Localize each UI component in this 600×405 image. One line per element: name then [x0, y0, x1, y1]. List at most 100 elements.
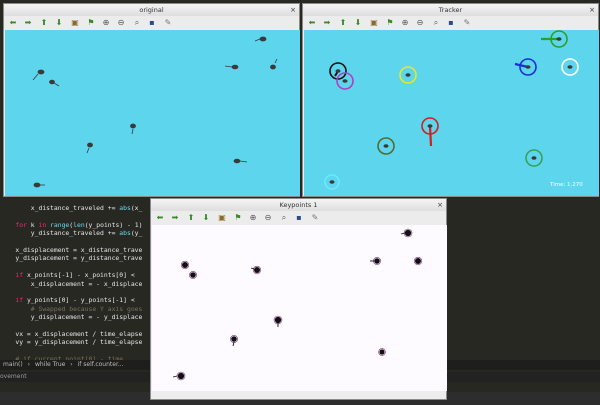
- zoom-in-icon[interactable]: ⊕: [101, 18, 111, 28]
- code-line[interactable]: x_displacement = - x_displace: [0, 279, 143, 288]
- code-token: (y_points) - 1): [84, 220, 143, 229]
- video-frame: [5, 30, 300, 196]
- tadpole: [556, 37, 562, 41]
- tadpole: [335, 69, 341, 73]
- tadpole: [342, 79, 348, 83]
- tracker-frame: Time: 1.270: [304, 30, 599, 196]
- flag-icon[interactable]: ⚑: [86, 18, 96, 28]
- tadpole: [405, 73, 411, 77]
- code-line[interactable]: y_displacement = y_distance_trave: [0, 254, 142, 262]
- code-token: x_distance_traveled +=: [0, 204, 120, 212]
- zoom-in-icon[interactable]: ⊕: [400, 18, 410, 28]
- close-icon[interactable]: ×: [437, 199, 443, 211]
- code-line[interactable]: x_displacement = x_distance_trave: [0, 246, 142, 254]
- code-line[interactable]: vy = y_displacement / time_elapse: [0, 338, 142, 346]
- code-token: vy = y_displacement / time_elapse: [0, 338, 143, 347]
- code-token: k: [26, 220, 39, 229]
- code-line[interactable]: if x_points[-1] - x_points[0] <: [0, 271, 139, 279]
- code-token: if: [15, 271, 24, 280]
- keypoint: [180, 260, 190, 270]
- tadpole: [525, 65, 531, 69]
- breadcrumb-item[interactable]: while True: [35, 361, 65, 368]
- toolbar: ⬅ ➡ ⬆ ⬇ ▣ ⚑ ⊕ ⊖ ⌕ ▪ ✎: [151, 211, 446, 225]
- close-icon[interactable]: ×: [589, 4, 595, 16]
- zoom-icon[interactable]: ⌕: [279, 213, 289, 223]
- code-line[interactable]: if y_points[0] - y_points[-1] <: [0, 296, 139, 304]
- code-token: if: [15, 296, 24, 305]
- code-token: len: [73, 220, 85, 229]
- brush-icon[interactable]: ✎: [462, 18, 472, 28]
- frame-background: [5, 30, 300, 196]
- image-icon[interactable]: ▣: [70, 18, 80, 28]
- code-token: (y_: [130, 229, 143, 238]
- forward-arrow-icon[interactable]: ➡: [170, 213, 180, 223]
- tadpole: [383, 144, 389, 148]
- keypoint: [378, 348, 386, 356]
- code-token: x_displacement = - x_displace: [0, 279, 143, 288]
- code-token: (x_: [130, 204, 143, 212]
- save-icon[interactable]: ▪: [446, 18, 456, 28]
- image-icon[interactable]: ▣: [217, 213, 227, 223]
- code-line[interactable]: y_displacement = - y_displace: [0, 313, 143, 321]
- back-arrow-icon[interactable]: ⬅: [155, 213, 165, 223]
- code-token: # Swapped because Y axis goes: [0, 304, 143, 313]
- keypoint: [189, 271, 197, 279]
- up-arrow-icon[interactable]: ⬆: [186, 213, 196, 223]
- code-token: y_distance_traveled +=: [0, 229, 120, 238]
- window-title: Tracker: [438, 6, 463, 14]
- down-arrow-icon[interactable]: ⬇: [353, 18, 363, 28]
- code-token: abs: [119, 229, 131, 238]
- code-line[interactable]: x_distance_traveled += abs(x_: [0, 204, 143, 212]
- back-arrow-icon[interactable]: ⬅: [8, 18, 18, 28]
- close-icon[interactable]: ×: [290, 4, 296, 16]
- code-token: abs: [119, 204, 131, 212]
- brush-icon[interactable]: ✎: [163, 18, 173, 28]
- code-token: x_displacement = x_distance_trave: [0, 246, 143, 254]
- back-arrow-icon[interactable]: ⬅: [307, 18, 317, 28]
- code-line[interactable]: for k in range(len(y_points) - 1): [0, 221, 142, 229]
- zoom-icon[interactable]: ⌕: [132, 18, 142, 28]
- window-title: original: [139, 6, 164, 14]
- zoom-icon[interactable]: ⌕: [431, 18, 441, 28]
- elapsed-time-label: Time: 1.270: [549, 182, 583, 188]
- down-arrow-icon[interactable]: ⬇: [201, 213, 211, 223]
- zoom-out-icon[interactable]: ⊖: [116, 18, 126, 28]
- down-arrow-icon[interactable]: ⬇: [54, 18, 64, 28]
- original-window: original × ⬅ ➡ ⬆ ⬇ ▣ ⚑ ⊕ ⊖ ⌕ ▪ ✎: [3, 3, 300, 197]
- window-title: Keypoints 1: [279, 201, 318, 209]
- frame-background: [304, 30, 599, 196]
- up-arrow-icon[interactable]: ⬆: [39, 18, 49, 28]
- tadpole: [531, 156, 537, 160]
- breadcrumb-separator: ›: [70, 361, 73, 368]
- code-line[interactable]: vx = x_displacement / time_elapse: [0, 330, 142, 338]
- zoom-out-icon[interactable]: ⊖: [415, 18, 425, 28]
- code-token: for: [15, 220, 27, 229]
- bottom-panel-label: ovement: [0, 373, 27, 380]
- image-icon[interactable]: ▣: [369, 18, 379, 28]
- tadpole: [567, 65, 573, 69]
- code-token: y_points[0] - y_points[-1] <: [23, 296, 139, 305]
- tadpole: [329, 180, 335, 184]
- breadcrumb-item[interactable]: if self.counter...: [78, 361, 124, 368]
- forward-arrow-icon[interactable]: ➡: [23, 18, 33, 28]
- forward-arrow-icon[interactable]: ➡: [322, 18, 332, 28]
- code-token: y_displacement = y_distance_trave: [0, 254, 143, 263]
- keypoints-window: Keypoints 1 × ⬅ ➡ ⬆ ⬇ ▣ ⚑ ⊕ ⊖ ⌕ ▪ ✎: [150, 198, 447, 400]
- brush-icon[interactable]: ✎: [310, 213, 320, 223]
- code-line[interactable]: y_distance_traveled += abs(y_: [0, 229, 143, 238]
- code-line[interactable]: # Swapped because Y axis goes: [0, 304, 143, 313]
- breadcrumb-item[interactable]: main(): [3, 361, 23, 368]
- save-icon[interactable]: ▪: [294, 213, 304, 223]
- flag-icon[interactable]: ⚑: [385, 18, 395, 28]
- zoom-in-icon[interactable]: ⊕: [248, 213, 258, 223]
- up-arrow-icon[interactable]: ⬆: [338, 18, 348, 28]
- tadpole: [427, 124, 433, 128]
- zoom-out-icon[interactable]: ⊖: [263, 213, 273, 223]
- flag-icon[interactable]: ⚑: [233, 213, 243, 223]
- keypoint: [413, 256, 423, 266]
- tracker-window: Tracker × ⬅ ➡ ⬆ ⬇ ▣ ⚑ ⊕ ⊖ ⌕ ▪ ✎ Time: 1.…: [302, 3, 599, 197]
- save-icon[interactable]: ▪: [147, 18, 157, 28]
